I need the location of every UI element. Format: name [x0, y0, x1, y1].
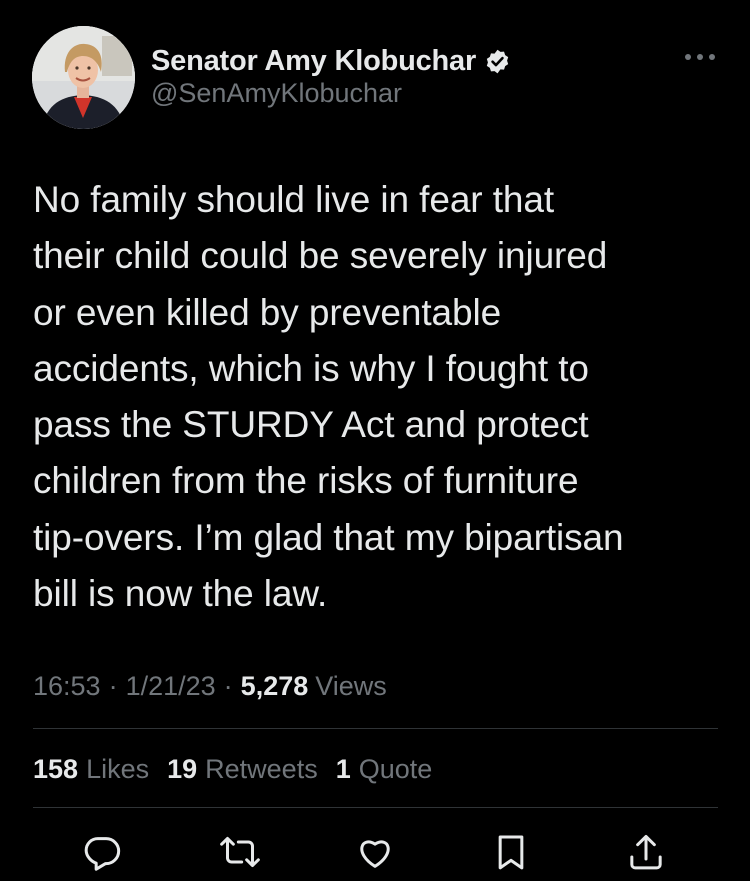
- tweet-date[interactable]: 1/21/23: [126, 671, 216, 702]
- avatar-photo: [32, 26, 135, 129]
- tweet-text: No family should live in fear that their…: [33, 179, 624, 615]
- retweet-button[interactable]: [218, 830, 262, 874]
- author-name-row[interactable]: Senator Amy Klobuchar: [151, 41, 511, 81]
- share-icon: [630, 835, 662, 870]
- more-horizontal-icon[interactable]: [680, 44, 720, 70]
- verified-badge-icon[interactable]: [484, 48, 511, 75]
- quotes-label: Quote: [358, 753, 433, 784]
- likes-stat[interactable]: 158 Likes: [33, 754, 149, 785]
- reply-icon: [84, 837, 121, 871]
- divider: [33, 728, 718, 729]
- engagement-stats: 158 Likes 19 Retweets 1 Quote: [33, 749, 450, 789]
- retweet-icon: [220, 837, 260, 867]
- share-button[interactable]: [624, 830, 668, 874]
- quotes-count: 1: [335, 753, 351, 784]
- avatar[interactable]: [32, 26, 135, 129]
- like-button[interactable]: [353, 830, 397, 874]
- retweets-label: Retweets: [205, 753, 318, 784]
- retweets-count: 19: [167, 753, 198, 784]
- meta-separator: ·: [223, 670, 233, 701]
- views-count: 5,278: [240, 670, 309, 701]
- likes-label: Likes: [86, 753, 150, 784]
- retweets-stat[interactable]: 19 Retweets: [167, 754, 318, 785]
- meta-separator: ·: [108, 670, 118, 701]
- display-name[interactable]: Senator Amy Klobuchar: [151, 45, 476, 78]
- views-label: Views: [315, 670, 387, 701]
- tweet-meta: 16:53 · 1/21/23 · 5,278 Views: [33, 666, 387, 706]
- heart-icon: [360, 840, 390, 868]
- quotes-stat[interactable]: 1 Quote: [336, 754, 433, 785]
- bookmark-button[interactable]: [489, 830, 533, 874]
- reply-button[interactable]: [80, 830, 124, 874]
- bookmark-icon: [498, 835, 524, 870]
- tweet-time[interactable]: 16:53: [33, 671, 101, 702]
- likes-count: 158: [33, 753, 79, 784]
- tweet-card: Senator Amy Klobuchar @SenAmyKlobuchar N…: [0, 0, 750, 881]
- divider: [33, 807, 718, 808]
- author-handle[interactable]: @SenAmyKlobuchar: [151, 78, 402, 109]
